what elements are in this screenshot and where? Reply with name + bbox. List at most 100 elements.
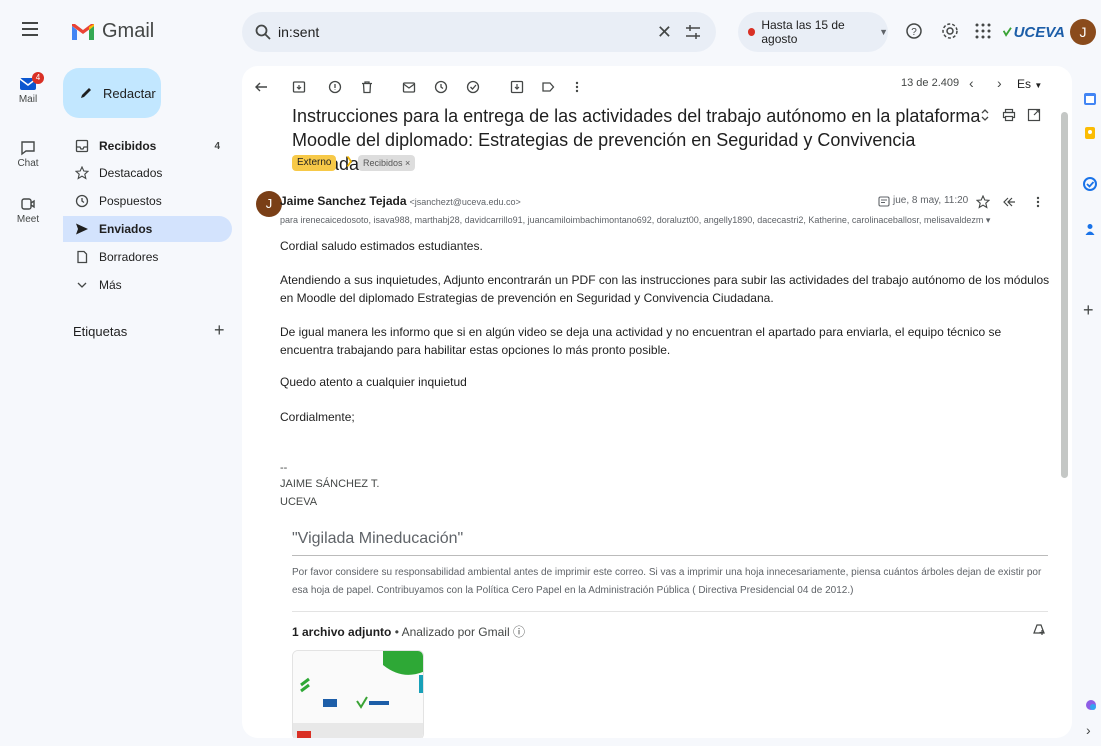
rail-meet[interactable]: Meet — [0, 196, 56, 225]
external-chip: Externo — [292, 155, 337, 171]
important-marker-icon[interactable]: ❯ — [345, 156, 353, 167]
nav-item-snoozed[interactable]: Pospuestos — [63, 188, 232, 214]
body-paragraph-2: De igual manera les informo que si en al… — [280, 325, 1002, 357]
scan-status: • Analizado por Gmail ⓘ — [394, 625, 525, 639]
sender-name: Jaime Sanchez Tejada — [280, 194, 407, 208]
inbox-icon — [75, 139, 89, 153]
nav-item-starred[interactable]: Destacados — [63, 160, 232, 186]
chat-icon — [21, 141, 35, 156]
mail-unread-badge: 4 — [32, 72, 44, 84]
clock-icon — [75, 194, 89, 208]
compose-button[interactable]: Redactar — [63, 68, 161, 118]
meet-icon — [21, 198, 35, 210]
rail-chat[interactable]: Chat — [0, 140, 56, 169]
expand-panel-chevron-icon[interactable]: › — [1086, 722, 1091, 738]
signature-org: UCEVA — [280, 496, 318, 508]
svg-text:?: ? — [911, 27, 917, 38]
attachment-indicator-icon — [878, 196, 890, 207]
older-chevron-icon[interactable]: › — [997, 75, 1002, 91]
org-name: UCEVA — [1013, 23, 1065, 41]
divider — [292, 555, 1048, 556]
pencil-icon — [81, 88, 91, 98]
search-icon[interactable] — [254, 23, 272, 41]
add-task-icon[interactable] — [466, 80, 480, 94]
status-selector[interactable]: Hasta las 15 de agosto ▼ — [738, 12, 888, 52]
vigilada-text: "Vigilada Mineducación" — [292, 530, 464, 547]
reply-all-icon[interactable] — [1002, 196, 1016, 208]
apps-grid-icon[interactable] — [974, 22, 992, 40]
back-arrow-icon[interactable] — [254, 80, 268, 94]
body-closing: Cordialmente; — [280, 410, 355, 424]
trash-icon[interactable] — [360, 80, 374, 94]
environment-disclaimer: Por favor considere su responsabilidad a… — [292, 567, 1042, 596]
nav-item-inbox[interactable]: Recibidos 4 — [63, 133, 232, 159]
get-addons-icon[interactable]: + — [1083, 300, 1094, 321]
snooze-icon[interactable] — [434, 80, 448, 94]
contacts-icon[interactable] — [1083, 222, 1097, 236]
print-icon[interactable] — [1002, 108, 1016, 122]
nav-item-more[interactable]: Más — [63, 272, 232, 298]
move-to-icon[interactable] — [510, 80, 524, 94]
org-check-icon — [1003, 27, 1012, 37]
mark-unread-icon[interactable] — [402, 80, 416, 94]
gmail-logo[interactable]: Gmail — [70, 20, 154, 43]
help-icon[interactable]: ? — [905, 22, 923, 40]
sender-email: <jsanchezt@uceva.edu.co> — [409, 197, 521, 207]
inbox-count: 4 — [214, 140, 220, 152]
nav-item-label: Enviados — [99, 222, 153, 236]
search-input[interactable] — [278, 24, 638, 40]
nav-item-label: Pospuestos — [99, 194, 162, 208]
status-dot-icon — [748, 28, 756, 36]
body-paragraph-3: Quedo atento a cualquier inquietud — [280, 375, 467, 389]
top-bar: Gmail ✕ Hasta las 15 de agosto ▼ ? UCEVA… — [0, 0, 1101, 64]
more-vert-icon[interactable] — [570, 80, 584, 94]
scrollbar[interactable] — [1061, 112, 1068, 478]
pdf-preview-icon — [293, 651, 423, 738]
search-bar[interactable]: ✕ — [242, 12, 716, 52]
star-icon[interactable] — [976, 195, 990, 209]
caret-down-icon: ▼ — [1034, 81, 1043, 90]
body-greeting: Cordial saludo estimados estudiantes. — [280, 239, 483, 253]
tasks-icon[interactable] — [1083, 177, 1097, 191]
app-name: Gmail — [102, 20, 155, 42]
gemini-icon[interactable] — [1084, 698, 1098, 714]
search-options-icon[interactable] — [684, 23, 702, 41]
email-date: jue, 8 may, 11:20 — [893, 195, 969, 206]
send-icon — [76, 223, 88, 235]
more-vert-icon[interactable] — [1033, 195, 1043, 209]
gmail-m-icon — [72, 23, 94, 40]
rail-mail[interactable]: Mail — [0, 76, 56, 105]
gear-icon[interactable] — [941, 22, 959, 40]
rail-chat-label: Chat — [17, 158, 39, 169]
language-selector[interactable]: Es ▼ — [1017, 77, 1042, 91]
signature-name: JAIME SÁNCHEZ T. — [280, 478, 380, 490]
star-icon — [75, 166, 89, 180]
clear-search-icon[interactable]: ✕ — [657, 22, 672, 43]
report-spam-icon[interactable] — [328, 80, 342, 94]
attachment-thumbnail[interactable] — [292, 650, 424, 738]
recipients-line[interactable]: para irenecaicedosoto, isava988, marthab… — [280, 215, 1040, 226]
open-new-window-icon[interactable] — [1027, 108, 1041, 122]
nav-item-sent[interactable]: Enviados — [63, 216, 232, 242]
attachment-count: 1 archivo adjunto — [292, 625, 392, 639]
expand-collapse-icon[interactable] — [978, 108, 992, 122]
add-label-icon[interactable]: + — [214, 320, 225, 341]
pagination-text: 13 de 2.409 — [901, 77, 960, 89]
newer-chevron-icon[interactable]: ‹ — [969, 75, 974, 91]
add-to-drive-icon[interactable] — [1032, 622, 1046, 636]
keep-icon[interactable] — [1083, 126, 1097, 140]
archive-icon[interactable] — [292, 80, 306, 94]
chevron-down-icon — [77, 282, 87, 288]
divider — [292, 611, 1048, 612]
organization-logo[interactable]: UCEVA — [1003, 18, 1065, 46]
compose-label: Redactar — [103, 85, 156, 101]
rail-meet-label: Meet — [16, 214, 40, 225]
calendar-icon[interactable] — [1083, 92, 1097, 106]
inbox-label-chip[interactable]: Recibidos × — [358, 155, 416, 171]
chevron-down-icon: ▼ — [879, 27, 888, 37]
label-icon[interactable] — [541, 80, 555, 94]
account-avatar[interactable]: J — [1070, 19, 1096, 45]
body-paragraph-1: Atendiendo a sus inquietudes, Adjunto en… — [280, 273, 1050, 305]
main-menu-icon[interactable] — [22, 22, 38, 36]
nav-item-drafts[interactable]: Borradores — [63, 244, 232, 270]
